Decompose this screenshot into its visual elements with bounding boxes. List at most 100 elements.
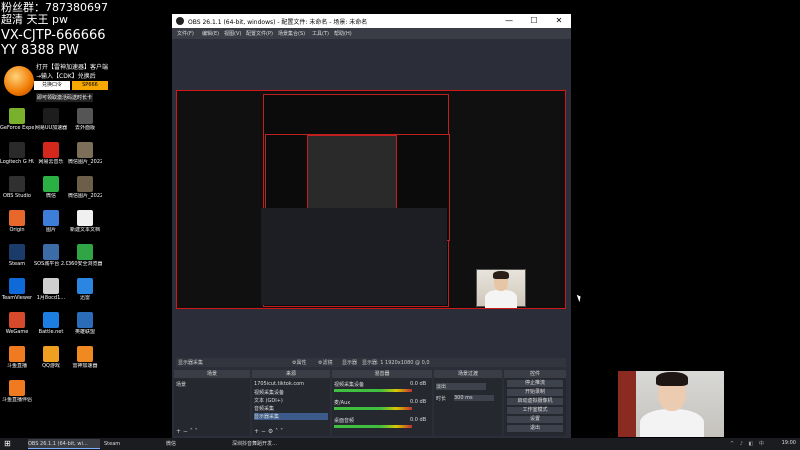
desktop-icon[interactable]: SOS城平台 2.0 bbox=[34, 244, 68, 267]
source-item[interactable]: 文本 (GDI+) bbox=[254, 397, 283, 404]
desktop-icon-label: 英雄联盟 bbox=[74, 329, 95, 335]
transition-select[interactable]: 淡出 bbox=[436, 383, 486, 390]
mixer-meter bbox=[334, 389, 412, 392]
desktop-icon-label: 迅雷 bbox=[79, 295, 90, 301]
desktop-icon[interactable]: 网易云音乐 bbox=[34, 142, 68, 165]
app-icon bbox=[9, 346, 25, 362]
sources-footer-buttons[interactable]: + − ⚙ ˄ ˅ bbox=[254, 428, 283, 435]
obs-logo-icon bbox=[176, 17, 184, 25]
desktop-icon[interactable]: Logitech G HUB bbox=[0, 142, 34, 165]
desktop-icon-label: 微信 bbox=[45, 193, 56, 199]
desktop-icon[interactable]: TeamViewer bbox=[0, 278, 34, 301]
desktop-icon[interactable]: 1月8ocd1… bbox=[34, 278, 68, 301]
menu-view[interactable]: 视图(V) bbox=[224, 30, 241, 37]
desktop-icon[interactable]: Steam bbox=[0, 244, 34, 267]
desktop-icon[interactable]: 360安全浏览器 bbox=[68, 244, 102, 267]
app-icon bbox=[77, 278, 93, 294]
desktop-icon[interactable]: Origin bbox=[0, 210, 34, 233]
desktop-icon-label: Steam bbox=[8, 261, 26, 267]
desktop-icon[interactable]: 网易UU加速器 bbox=[34, 108, 68, 131]
taskbar-item-obs[interactable]: OBS 26.1.1 (64-bit, wi… bbox=[28, 439, 100, 449]
desktop: 粉丝群：787380697 超清 天王 pw VX-CJTP-666666 YY… bbox=[0, 0, 800, 450]
desktop-icon[interactable]: 英雄联盟 bbox=[68, 312, 102, 335]
desktop-icon-label: GeForce Experience bbox=[0, 125, 34, 131]
app-icon bbox=[43, 210, 59, 226]
desktop-icon-label: 微信图片_2022091 bbox=[68, 193, 102, 199]
properties-button[interactable]: ⚙属性 bbox=[292, 359, 306, 366]
exit-button[interactable]: 退出 bbox=[507, 425, 563, 432]
source-toolbar: 显示器采集 ⚙属性 ⚙滤镜 显示器 显示器: 1 1920x1080 @ 0,0 bbox=[176, 358, 566, 367]
app-icon bbox=[43, 142, 59, 158]
desktop-icon-label: 网易云音乐 bbox=[38, 159, 64, 165]
minimize-button[interactable]: — bbox=[502, 16, 516, 25]
settings-button[interactable]: 设置 bbox=[507, 416, 563, 423]
desktop-icon[interactable]: 图片 bbox=[34, 210, 68, 233]
taskbar-item-wechat[interactable]: 微信 bbox=[166, 439, 226, 449]
scenes-footer-buttons[interactable]: + − ˄ ˅ bbox=[176, 428, 198, 435]
menu-file[interactable]: 文件(F) bbox=[177, 30, 194, 37]
app-icon bbox=[43, 244, 59, 260]
scenes-header: 场景 bbox=[174, 371, 250, 378]
person-hair bbox=[656, 372, 688, 386]
app-icon bbox=[9, 312, 25, 328]
desktop-icon-label: 微信图片_2022111 bbox=[68, 159, 102, 165]
stop-streaming-button[interactable]: 停止推流 bbox=[507, 380, 563, 387]
obs-titlebar[interactable]: OBS 26.1.1 (64-bit, windows) - 配置文件: 未命名… bbox=[172, 14, 571, 28]
filters-button[interactable]: ⚙滤镜 bbox=[318, 359, 332, 366]
obs-preview-canvas[interactable] bbox=[176, 90, 566, 309]
desktop-icon[interactable]: OBS Studio bbox=[0, 176, 34, 199]
desktop-icon[interactable]: 微信图片_2022111 bbox=[68, 142, 102, 165]
desktop-icon[interactable]: GeForce Experience bbox=[0, 108, 34, 131]
controls-dock: 控件 停止推流 开始录制 启动虚拟摄像机 工作室模式 设置 退出 bbox=[504, 370, 566, 436]
desktop-icon[interactable]: Battle.net bbox=[34, 312, 68, 335]
app-icon bbox=[77, 108, 93, 124]
desktop-icon[interactable]: 微信 bbox=[34, 176, 68, 199]
display-select[interactable]: 显示器: 1 1920x1080 @ 0,0 bbox=[362, 359, 430, 366]
app-icon bbox=[43, 278, 59, 294]
source-item-selected[interactable]: 显示器采集 bbox=[254, 413, 328, 420]
start-recording-button[interactable]: 开始录制 bbox=[507, 389, 563, 396]
desktop-icon[interactable]: WeGame bbox=[0, 312, 34, 335]
virtual-camera-button[interactable]: 启动虚拟摄像机 bbox=[507, 398, 563, 405]
desktop-icon[interactable]: 去外面版 bbox=[68, 108, 102, 131]
desktop-icon-label: 网易UU加速器 bbox=[34, 125, 68, 131]
controls-header: 控件 bbox=[504, 371, 566, 378]
menu-help[interactable]: 帮助(H) bbox=[334, 30, 352, 37]
close-button[interactable]: ✕ bbox=[552, 16, 566, 25]
source-item[interactable]: 视频采集设备 bbox=[254, 389, 284, 396]
source-item[interactable]: 1705icut.tiktok.com bbox=[254, 381, 304, 387]
menu-tools[interactable]: 工具(T) bbox=[312, 30, 329, 37]
desktop-icon-label: 斗鱼直播伴侣 bbox=[1, 397, 32, 403]
mixer-channel-name: 桌面音频 bbox=[334, 418, 355, 424]
menu-edit[interactable]: 编辑(E) bbox=[202, 30, 219, 37]
taskbar-item-folder[interactable]: 深圳抖音舞蹈开发… bbox=[232, 439, 304, 449]
maximize-button[interactable]: ☐ bbox=[527, 16, 541, 25]
taskbar-clock[interactable]: 19:00 bbox=[782, 440, 796, 446]
transitions-dock: 场景过渡 淡出 时长 300 ms bbox=[434, 370, 502, 436]
overlay-text-fan-group: 粉丝群：787380697 bbox=[1, 1, 108, 14]
app-icon bbox=[77, 312, 93, 328]
scene-item[interactable]: 场景 bbox=[176, 381, 186, 388]
desktop-icon[interactable]: 迅雷 bbox=[68, 278, 102, 301]
taskbar-item-steam[interactable]: Steam bbox=[104, 439, 160, 449]
nested-obs-docks bbox=[261, 208, 447, 305]
desktop-icon[interactable]: 斗鱼直播 bbox=[0, 346, 34, 369]
menu-scene-collection[interactable]: 场景集合(S) bbox=[278, 30, 305, 37]
app-icon bbox=[9, 108, 25, 124]
app-icon bbox=[43, 346, 59, 362]
windows-start-icon[interactable]: ⊞ bbox=[4, 440, 12, 448]
studio-mode-button[interactable]: 工作室模式 bbox=[507, 407, 563, 414]
desktop-icon[interactable]: 雷神加速器 bbox=[68, 346, 102, 369]
system-tray[interactable]: ^ ♪ ◧ 中 bbox=[730, 440, 766, 447]
promo-code-label: 兑换口令 bbox=[34, 81, 70, 90]
desktop-icon[interactable]: 微信图片_2022091 bbox=[68, 176, 102, 199]
source-item[interactable]: 音频采集 bbox=[254, 405, 274, 412]
promo-line-3: 即可领取激活码送时长卡 bbox=[36, 93, 94, 102]
promo-code-value: SP666 bbox=[72, 81, 108, 90]
duration-input[interactable]: 300 ms bbox=[454, 395, 494, 401]
menu-profile[interactable]: 配置文件(P) bbox=[246, 30, 273, 37]
desktop-icon[interactable]: 斗鱼直播伴侣 bbox=[0, 380, 34, 403]
desktop-icon[interactable]: QQ游戏 bbox=[34, 346, 68, 369]
overlay-text-line2: 超清 天王 pw bbox=[1, 13, 68, 26]
desktop-icon[interactable]: 新建文本文档 bbox=[68, 210, 102, 233]
